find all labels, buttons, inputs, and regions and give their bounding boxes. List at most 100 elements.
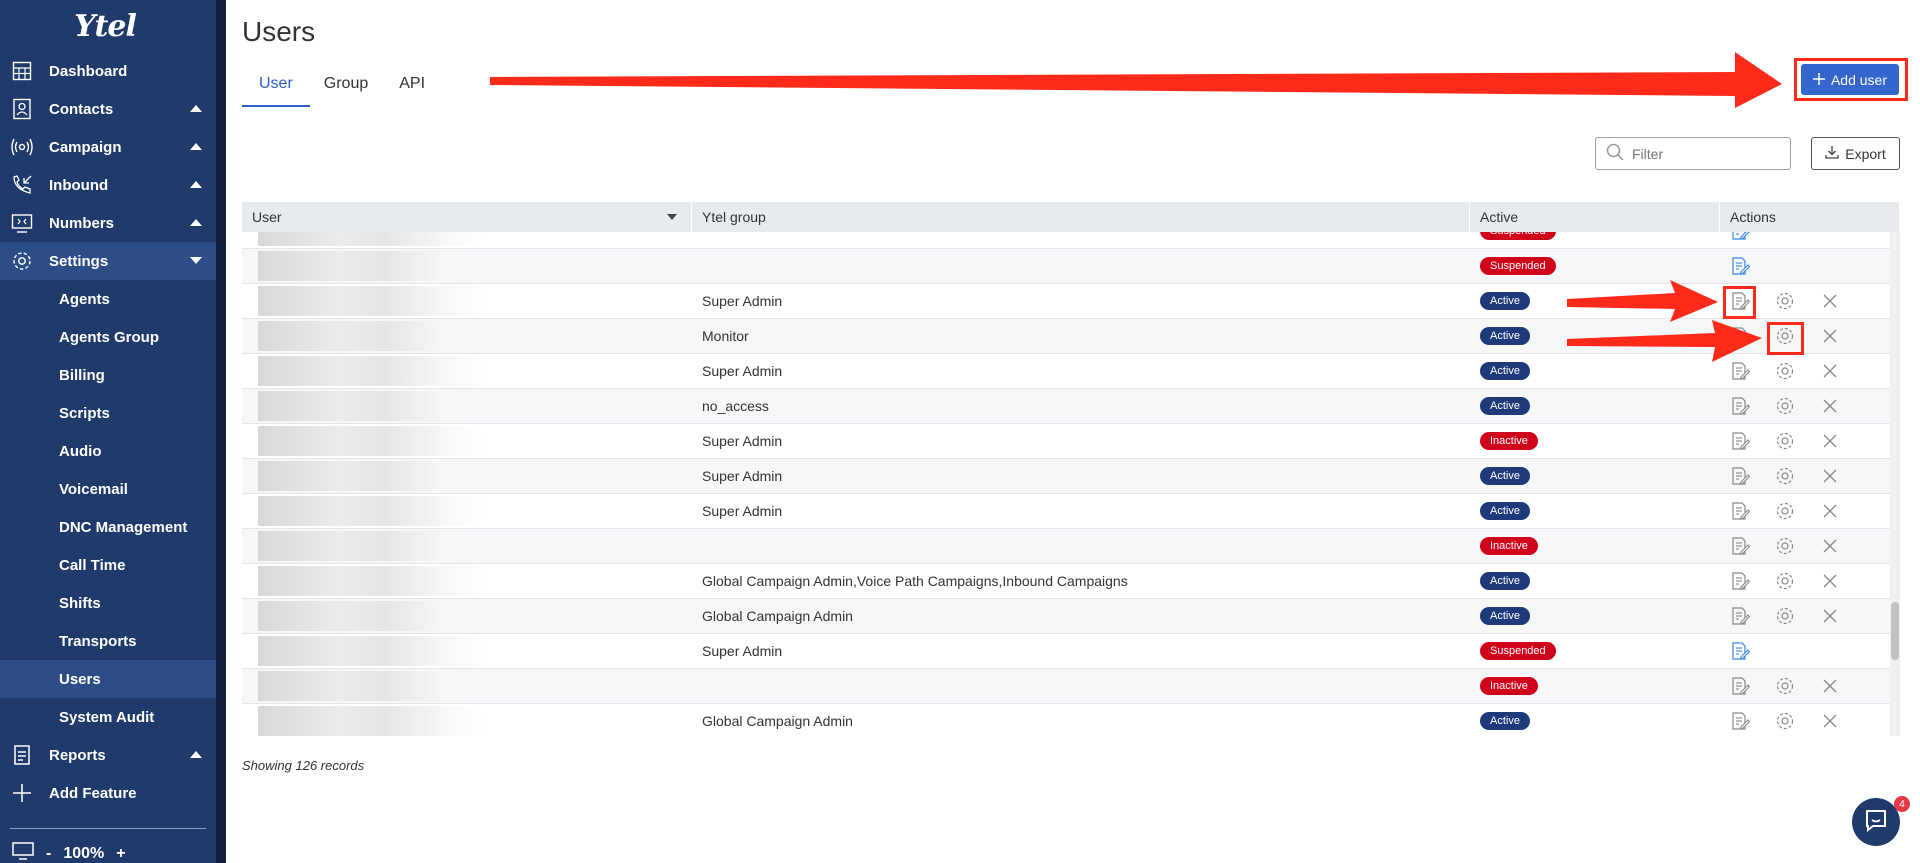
ytel-logo[interactable]: Ytel — [0, 0, 216, 52]
column-header-user[interactable]: User — [242, 202, 692, 232]
tab-api[interactable]: API — [399, 72, 425, 107]
close-icon[interactable] — [1818, 289, 1842, 313]
status-badge: Suspended — [1480, 642, 1556, 660]
cell-user — [242, 459, 692, 493]
gear-icon[interactable] — [1773, 289, 1797, 313]
tab-user[interactable]: User — [242, 72, 310, 107]
edit-icon[interactable] — [1728, 534, 1752, 558]
scrollbar-thumb[interactable] — [1891, 602, 1899, 660]
export-button[interactable]: Export — [1811, 137, 1900, 170]
close-icon[interactable] — [1818, 499, 1842, 523]
edit-icon[interactable] — [1728, 499, 1752, 523]
tab-group[interactable]: Group — [324, 72, 368, 107]
gear-icon[interactable] — [1773, 604, 1797, 628]
filter-input[interactable] — [1632, 145, 1782, 162]
edit-icon[interactable] — [1728, 394, 1752, 418]
gear-icon[interactable] — [1773, 394, 1797, 418]
gear-icon[interactable] — [1773, 429, 1797, 453]
sidebar-item-inbound[interactable]: Inbound — [0, 166, 216, 204]
cell-user — [242, 389, 692, 423]
gear-icon[interactable] — [1773, 709, 1797, 733]
table-row[interactable]: no_access Active — [242, 389, 1900, 424]
cell-actions — [1720, 459, 1900, 493]
sidebar-item-reports[interactable]: Reports — [0, 736, 216, 774]
edit-icon[interactable] — [1728, 709, 1752, 733]
sidebar-subitem-audio[interactable]: Audio — [0, 432, 216, 470]
sidebar-item-add-feature[interactable]: Add Feature — [0, 774, 216, 812]
sidebar-subitem-billing[interactable]: Billing — [0, 356, 216, 394]
sidebar-subitem-users[interactable]: Users — [0, 660, 216, 698]
zoom-out-button[interactable]: - — [46, 845, 51, 863]
column-header-ytel-group[interactable]: Ytel group — [692, 202, 1470, 232]
table-body[interactable]: SuspendedSuspendedSuper AdminActiveMonit… — [242, 232, 1900, 736]
gear-icon[interactable] — [1773, 569, 1797, 593]
table-row[interactable]: Monitor Active — [242, 319, 1900, 354]
table-row[interactable]: Inactive — [242, 529, 1900, 564]
edit-icon[interactable] — [1728, 639, 1752, 663]
table-row[interactable]: Suspended — [242, 232, 1900, 249]
edit-icon[interactable] — [1728, 604, 1752, 628]
edit-icon[interactable] — [1728, 464, 1752, 488]
edit-icon[interactable] — [1728, 324, 1752, 348]
sidebar-subitem-agents-group[interactable]: Agents Group — [0, 318, 216, 356]
close-icon[interactable] — [1818, 709, 1842, 733]
gear-icon[interactable] — [1773, 499, 1797, 523]
sidebar-item-contacts[interactable]: Contacts — [0, 90, 216, 128]
table-row[interactable]: Super Admin Active — [242, 284, 1900, 319]
close-icon[interactable] — [1818, 359, 1842, 383]
edit-icon[interactable] — [1728, 569, 1752, 593]
sidebar-item-campaign[interactable]: Campaign — [0, 128, 216, 166]
close-icon[interactable] — [1818, 569, 1842, 593]
table-row[interactable]: Super Admin Active — [242, 494, 1900, 529]
campaign-icon — [10, 135, 34, 159]
sidebar-subitem-voicemail[interactable]: Voicemail — [0, 470, 216, 508]
sidebar-scrollbar[interactable] — [216, 0, 226, 863]
edit-icon[interactable] — [1728, 232, 1752, 243]
chat-button[interactable] — [1852, 798, 1900, 846]
table-row[interactable]: Super Admin Suspended — [242, 634, 1900, 669]
sidebar-subitem-dnc-management[interactable]: DNC Management — [0, 508, 216, 546]
zoom-in-button[interactable]: + — [116, 845, 125, 863]
table-row[interactable]: Global Campaign Admin,Voice Path Campaig… — [242, 564, 1900, 599]
table-row[interactable]: Global Campaign Admin Active — [242, 704, 1900, 736]
chevron-up-icon — [190, 105, 202, 112]
sidebar-subitem-system-audit[interactable]: System Audit — [0, 698, 216, 736]
sidebar-subitem-agents[interactable]: Agents — [0, 280, 216, 318]
edit-icon[interactable] — [1728, 359, 1752, 383]
gear-icon[interactable] — [1773, 359, 1797, 383]
filter-field[interactable] — [1595, 137, 1791, 170]
sidebar-item-numbers[interactable]: Numbers — [0, 204, 216, 242]
sidebar-subitem-scripts[interactable]: Scripts — [0, 394, 216, 432]
sidebar: Ytel Dashboard Contacts Campaign Inbound Num… — [0, 0, 216, 863]
cell-user — [242, 232, 692, 248]
sidebar-item-settings[interactable]: Settings — [0, 242, 216, 280]
close-icon[interactable] — [1818, 464, 1842, 488]
table-row[interactable]: Super Admin Active — [242, 354, 1900, 389]
chevron-up-icon — [190, 219, 202, 226]
close-icon[interactable] — [1818, 324, 1842, 348]
close-icon[interactable] — [1818, 429, 1842, 453]
close-icon[interactable] — [1818, 604, 1842, 628]
sidebar-subitem-call-time[interactable]: Call Time — [0, 546, 216, 584]
redacted-username — [258, 531, 488, 561]
table-row[interactable]: Inactive — [242, 669, 1900, 704]
sidebar-subitem-shifts[interactable]: Shifts — [0, 584, 216, 622]
sidebar-item-dashboard[interactable]: Dashboard — [0, 52, 216, 90]
table-row[interactable]: Super Admin Active — [242, 459, 1900, 494]
table-scrollbar[interactable] — [1890, 232, 1900, 736]
gear-icon[interactable] — [1773, 674, 1797, 698]
column-header-active[interactable]: Active — [1470, 202, 1720, 232]
sort-down-icon[interactable] — [667, 214, 677, 220]
edit-icon[interactable] — [1728, 254, 1752, 278]
close-icon[interactable] — [1818, 394, 1842, 418]
edit-icon[interactable] — [1728, 674, 1752, 698]
table-row[interactable]: Super Admin Inactive — [242, 424, 1900, 459]
table-row[interactable]: Suspended — [242, 249, 1900, 284]
gear-icon[interactable] — [1773, 534, 1797, 558]
sidebar-subitem-transports[interactable]: Transports — [0, 622, 216, 660]
edit-icon[interactable] — [1728, 429, 1752, 453]
gear-icon[interactable] — [1773, 464, 1797, 488]
table-row[interactable]: Global Campaign Admin Active — [242, 599, 1900, 634]
close-icon[interactable] — [1818, 674, 1842, 698]
close-icon[interactable] — [1818, 534, 1842, 558]
